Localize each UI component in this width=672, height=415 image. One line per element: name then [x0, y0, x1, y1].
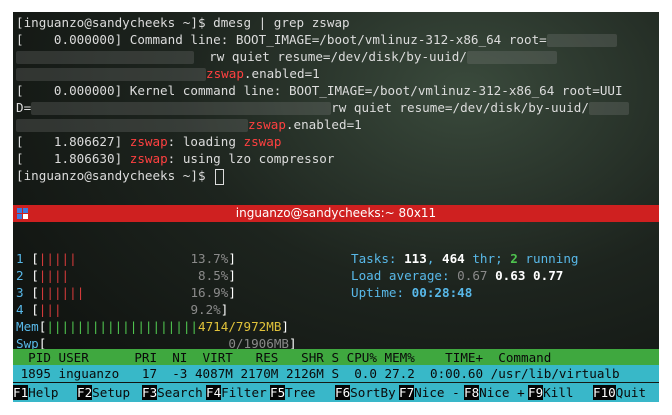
redacted-region [546, 34, 617, 47]
redacted-region [588, 102, 629, 115]
terminal-line: rw quiet resume=/dev/disk/by-uuid/ [16, 48, 557, 65]
f1-help-key[interactable]: F1Help [13, 384, 59, 401]
cpu-meter-3: 3 [|||||| 16.9%] [16, 285, 236, 300]
cpu-bar: |||||| [38, 285, 85, 300]
tasks-summary: Tasks: 113, 464 thr; 2 running [351, 251, 579, 266]
process-row-selected[interactable]: 1895 inguanzo 17 -3 4087M 2170M 2126M S … [13, 365, 659, 382]
terminal-line: D= rw quiet resume=/dev/disk/by-uuid/ [16, 99, 629, 116]
cpu-bar: ||| [38, 302, 62, 317]
f8-nice-plus-key[interactable]: F8Nice + [464, 384, 525, 401]
terminal-line: zswap.enabled=1 [16, 116, 362, 133]
cpu-meter-2: 2 [|||| 8.5%] [16, 268, 236, 283]
process-table-header[interactable]: PID USER PRI NI VIRT RES SHR S CPU% MEM%… [13, 349, 659, 365]
f6-sortby-key[interactable]: F6SortBy [335, 384, 396, 401]
cpu-meter-4: 4 [||| 9.2%] [16, 302, 229, 317]
terminal-line: [ 0.000000] Kernel command line: BOOT_IM… [16, 83, 623, 98]
f3-search-key[interactable]: F3Search [142, 384, 203, 401]
terminal-line: [ 1.806627] zswap: loading zswap [16, 134, 282, 149]
f2-setup-key[interactable]: F2Setup [77, 384, 130, 401]
f7-nice-minus-key[interactable]: F7Nice - [399, 384, 460, 401]
terminal-cursor [215, 168, 225, 185]
f5-tree-key[interactable]: F5Tree [270, 384, 316, 401]
f9-kill-key[interactable]: F9Kill [528, 384, 574, 401]
terminal-line: [inguanzo@sandycheeks ~]$ dmesg | grep z… [16, 15, 350, 30]
memory-meter: Mem[||||||||||||||||||||4714/7972MB] [16, 319, 289, 334]
terminal-line: zswap.enabled=1 [16, 65, 320, 82]
redacted-region [16, 119, 248, 132]
terminal-dmesg[interactable]: [inguanzo@sandycheeks ~]$ dmesg | grep z… [13, 12, 659, 198]
cpu-bar: ||||| [38, 251, 77, 266]
memory-bar: |||||||||||||||||||| [46, 319, 198, 334]
redacted-region [16, 51, 194, 64]
load-average: Load average: 0.67 0.63 0.77 [351, 268, 564, 283]
desktop-screenshot: [inguanzo@sandycheeks ~]$ dmesg | grep z… [13, 12, 659, 402]
terminal-prompt: [inguanzo@sandycheeks ~]$ [16, 167, 225, 185]
redacted-region [16, 68, 206, 81]
cpu-bar: |||| [38, 268, 70, 283]
htop-panel[interactable]: 1 [||||| 13.7%] 2 [|||| 8.5%] 3 [|||||| … [13, 222, 659, 402]
redacted-region [466, 51, 557, 64]
terminal-line: [ 1.806630] zswap: using lzo compressor [16, 151, 335, 166]
f10-quit-key[interactable]: F10Quit [593, 384, 646, 401]
window-title: inguanzo@sandycheeks:~ 80x11 [235, 206, 437, 220]
terminal-line: [ 0.000000] Command line: BOOT_IMAGE=/bo… [16, 31, 617, 48]
uptime: Uptime: 00:28:48 [351, 285, 473, 300]
function-key-bar: F1Help F2Setup F3Search F4Filter F5Tree … [13, 383, 659, 402]
redacted-region [31, 102, 332, 115]
f4-filter-key[interactable]: F4Filter [206, 384, 267, 401]
cpu-meter-1: 1 [||||| 13.7%] [16, 251, 236, 266]
window-titlebar[interactable]: inguanzo@sandycheeks:~ 80x11 [13, 205, 659, 222]
